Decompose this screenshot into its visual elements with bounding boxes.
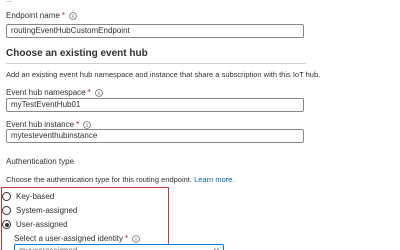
section-divider bbox=[6, 63, 306, 64]
required-mark: * bbox=[61, 11, 65, 20]
radio-button[interactable] bbox=[2, 206, 11, 215]
auth-description-text: Choose the authentication type for this … bbox=[6, 175, 192, 184]
namespace-label: Event hub namespace * bbox=[6, 88, 103, 97]
identity-label: Select a user-assigned identity * bbox=[14, 234, 140, 243]
radio-label: System-assigned bbox=[16, 206, 78, 215]
instance-label: Event hub instance * bbox=[6, 120, 91, 129]
top-cut-text: ... bbox=[6, 0, 12, 4]
event-hub-section-title: Choose an existing event hub bbox=[6, 48, 148, 59]
radio-system-assigned[interactable]: System-assigned bbox=[2, 206, 77, 215]
namespace-label-text: Event hub namespace bbox=[6, 88, 86, 97]
identity-label-text: Select a user-assigned identity bbox=[14, 234, 123, 243]
radio-label: User-assigned bbox=[16, 220, 68, 229]
radio-user-assigned[interactable]: User-assigned bbox=[2, 220, 68, 229]
auth-type-description: Choose the authentication type for this … bbox=[6, 175, 235, 184]
instance-input[interactable]: mytesteventhubinstance bbox=[6, 129, 304, 143]
event-hub-section-description: Add an existing event hub namespace and … bbox=[6, 70, 321, 79]
required-mark: * bbox=[76, 120, 80, 129]
radio-label: Key-based bbox=[16, 192, 55, 201]
radio-button[interactable] bbox=[2, 192, 11, 201]
info-icon[interactable] bbox=[83, 120, 91, 129]
endpoint-name-input[interactable]: routingEventHubCustomEndpoint bbox=[6, 24, 304, 38]
identity-dropdown[interactable]: myuserassigned bbox=[14, 244, 224, 250]
instance-label-text: Event hub instance bbox=[6, 120, 75, 129]
info-icon[interactable] bbox=[132, 234, 140, 243]
learn-more-link[interactable]: Learn more. bbox=[194, 175, 234, 184]
required-mark: * bbox=[87, 88, 91, 97]
info-icon[interactable] bbox=[69, 11, 77, 20]
radio-button-selected[interactable] bbox=[2, 220, 11, 229]
auth-type-title: Authentication type bbox=[6, 157, 75, 166]
info-icon[interactable] bbox=[94, 88, 103, 97]
endpoint-name-label-text: Endpoint name bbox=[6, 11, 60, 20]
namespace-input[interactable]: myTestEventHub01 bbox=[6, 98, 304, 112]
radio-key-based[interactable]: Key-based bbox=[2, 192, 54, 201]
required-mark: * bbox=[124, 234, 129, 243]
endpoint-name-label: Endpoint name * bbox=[6, 11, 77, 20]
chevron-down-icon bbox=[213, 246, 220, 250]
identity-dropdown-value: myuserassigned bbox=[15, 245, 223, 250]
